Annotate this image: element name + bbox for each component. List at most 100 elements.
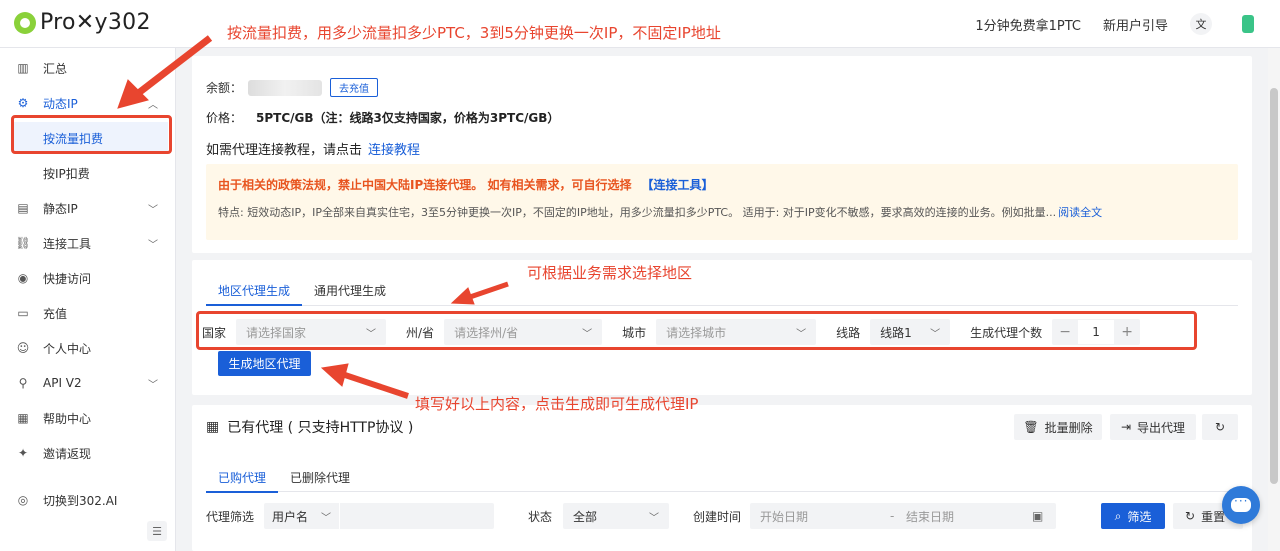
batch-delete-button[interactable]: 🗑 批量删除 [1014,414,1102,440]
sidebar-item-help[interactable]: ▦ 帮助中心 [0,402,176,434]
collapse-sidebar-icon[interactable]: ☰ [147,521,167,541]
end-date-input[interactable]: 结束日期 [906,508,1032,525]
sidebar-item-label: 切换到302.AI [43,493,118,508]
filter-type-select[interactable]: 用户名 ﹀ [264,503,340,529]
price-row: 价格： 5PTC/GB（注：线路3仅支持国家，价格为3PTC/GB） [206,109,559,126]
tab-region-proxy[interactable]: 地区代理生成 [206,274,303,306]
calendar-icon: ▣ [1032,509,1044,523]
chat-support-button[interactable] [1222,486,1260,524]
logo[interactable]: Pro✕y302 [14,10,151,35]
reset-label: 重置 [1201,509,1226,524]
status-select[interactable]: 全部 ﹀ [563,503,669,529]
created-time-label: 创建时间 [693,509,742,524]
proxies-title: 已有代理 ( 只支持HTTP协议 ) [227,420,414,436]
status-value: 全部 [573,509,598,524]
sidebar-item-profile[interactable]: ☺ 个人中心 [0,332,176,364]
sidebar-item-connect-tools[interactable]: ⛓ 连接工具 ﹀ [0,227,176,259]
connect-tools-link[interactable]: 【连接工具】 [641,178,713,192]
search-button[interactable]: ⌕ 筛选 [1101,503,1165,529]
generator-tabs: 地区代理生成 通用代理生成 [206,274,1238,306]
sidebar-item-api-v2[interactable]: ⚲ API V2 ﹀ [0,367,176,399]
tab-purchased-proxies[interactable]: 已购代理 [206,461,279,493]
refresh-button[interactable]: ↻ [1202,414,1238,440]
avatar[interactable] [1234,9,1264,39]
logo-icon [14,11,36,34]
chevron-down-icon: ﹀ [148,379,158,391]
tutorial-row: 如需代理连接教程，请点击 连接教程 [206,139,420,158]
chevron-down-icon: ﹀ [321,512,331,524]
annotation-box-filters [196,311,1197,350]
refresh-icon: ↻ [1185,509,1196,523]
existing-proxies-card: ▦ 已有代理 ( 只支持HTTP协议 ) 🗑 批量删除 ⇥ 导出代理 ↻ 已购代… [192,405,1252,551]
sidebar-item-summary[interactable]: ▥ 汇总 [0,52,176,84]
switch-icon: ◎ [17,493,29,507]
policy-notice: 由于相关的政策法规，禁止中国大陆IP连接代理。 如有相关需求，可自行选择 【连接工… [206,164,1238,240]
sidebar-item-label: API V2 [43,376,82,390]
notice-title-text: 由于相关的政策法规，禁止中国大陆IP连接代理。 如有相关需求，可自行选择 [218,178,632,192]
balance-label: 余额： [206,81,243,95]
proxies-header: ▦ 已有代理 ( 只支持HTTP协议 ) [206,417,413,437]
sidebar-item-invite[interactable]: ✦ 邀请返现 [0,437,176,469]
chevron-up-icon: ︿ [148,99,158,111]
balance-row: 余额： 去充值 [206,78,379,97]
start-date-input[interactable]: 开始日期 [760,508,890,525]
recharge-button[interactable]: 去充值 [330,78,379,97]
sidebar-item-static-ip[interactable]: ▤ 静态IP ﹀ [0,192,176,224]
info-card: 余额： 去充值 价格： 5PTC/GB（注：线路3仅支持国家，价格为3PTC/GB… [192,56,1252,253]
chat-bubble-icon [1231,494,1251,512]
export-label: 导出代理 [1137,420,1186,435]
chrome-icon: ◉ [17,271,29,285]
chevron-down-icon: ﹀ [649,512,659,524]
annotation-middle: 可根据业务需求选择地区 [527,264,693,282]
date-separator: - [890,509,895,523]
gift-icon: ✦ [17,446,29,460]
sidebar-item-quick-access[interactable]: ◉ 快捷访问 [0,262,176,294]
new-user-guide-link[interactable]: 新用户引导 [1103,15,1168,34]
link-icon: ⛓ [15,236,31,250]
tab-deleted-proxies[interactable]: 已删除代理 [278,461,362,493]
sidebar-item-label: 帮助中心 [43,411,92,426]
export-proxies-button[interactable]: ⇥ 导出代理 [1110,414,1196,440]
chevron-down-icon: ﹀ [148,204,158,216]
annotation-top: 按流量扣费，用多少流量扣多少PTC，3到5分钟更换一次IP，不固定IP地址 [227,24,721,42]
tab-general-proxy[interactable]: 通用代理生成 [302,274,398,306]
translate-icon[interactable]: 文 [1190,13,1212,35]
table-icon: ▦ [206,419,220,435]
sidebar-item-label: 邀请返现 [43,446,92,461]
server-icon: ▤ [17,201,29,215]
sidebar-item-label: 动态IP [43,96,78,111]
user-icon: ☺ [16,341,30,355]
notice-title: 由于相关的政策法规，禁止中国大陆IP连接代理。 如有相关需求，可自行选择 【连接工… [218,176,713,193]
price-label: 价格： [206,111,243,125]
sidebar-item-label: 汇总 [43,61,68,76]
api-icon: ⚲ [18,376,28,390]
read-more-link[interactable]: 阅读全文 [1058,206,1102,219]
sidebar-item-label: 个人中心 [43,341,92,356]
sidebar-item-label: 连接工具 [43,236,92,251]
status-label: 状态 [528,509,553,524]
annotation-box-sidebar [11,115,172,154]
sidebar-item-switch-302ai[interactable]: ◎ 切换到302.AI [0,484,176,516]
trash-icon: 🗑 [1023,420,1039,434]
date-range-picker[interactable]: 开始日期 - 结束日期 ▣ [750,503,1056,529]
gear-icon: ⚙ [17,96,29,110]
sidebar-item-recharge[interactable]: ▭ 充值 [0,297,176,329]
book-icon: ▦ [17,411,29,425]
sidebar-item-label: 按IP扣费 [43,166,90,181]
sidebar-item-ip-billing[interactable]: 按IP扣费 [0,157,176,189]
scrollbar-thumb[interactable] [1270,88,1278,484]
filter-type-value: 用户名 [272,509,309,524]
proxy-filter-input[interactable]: 用户名 ﹀ [264,503,494,529]
free-ptc-link[interactable]: 1分钟免费拿1PTC [975,15,1081,34]
tutorial-link[interactable]: 连接教程 [368,143,420,158]
proxies-filter-row: 代理筛选 用户名 ﹀ 状态 全部 ﹀ 创建时间 开始日期 - 结束日期 ▣ ⌕ … [206,503,1246,529]
page-scrollbar[interactable] [1268,48,1280,551]
sidebar-item-label: 充值 [43,306,68,321]
tutorial-text: 如需代理连接教程，请点击 [206,143,363,158]
export-icon: ⇥ [1120,420,1132,434]
batch-delete-label: 批量删除 [1044,420,1093,435]
bar-chart-icon: ▥ [17,61,29,75]
generate-region-proxy-button[interactable]: 生成地区代理 [218,351,311,376]
proxy-filter-label: 代理筛选 [206,509,255,524]
price-value: 5PTC/GB（注：线路3仅支持国家，价格为3PTC/GB） [256,111,560,125]
